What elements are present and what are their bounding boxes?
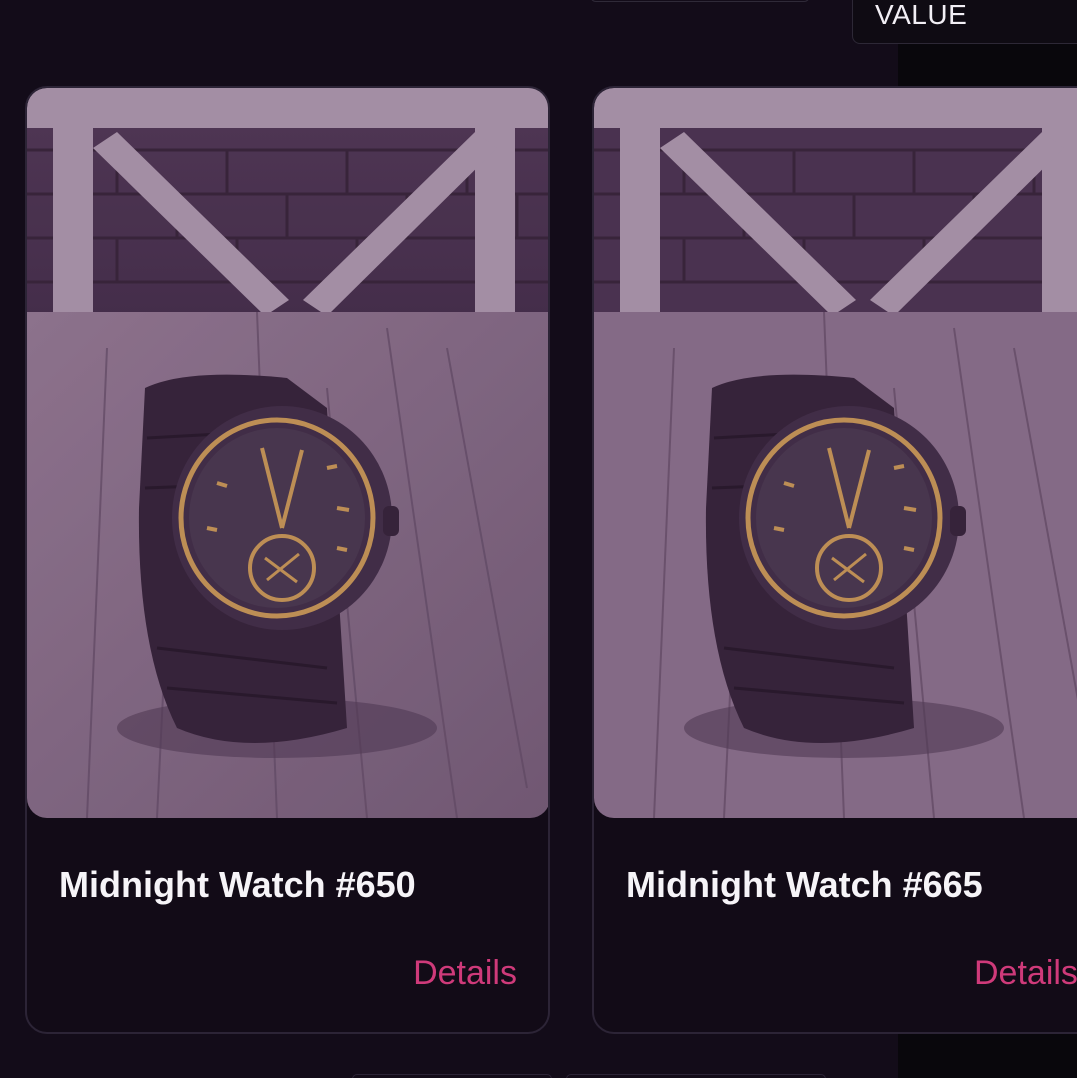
watch-image bbox=[27, 88, 548, 818]
card-title: Midnight Watch #650 bbox=[59, 864, 416, 905]
card-title: Midnight Watch #665 bbox=[626, 864, 983, 905]
watch-image bbox=[594, 88, 1077, 818]
next-card-edge bbox=[352, 1074, 552, 1078]
sort-select[interactable]: VALUE bbox=[852, 0, 1077, 44]
next-card-edge bbox=[566, 1074, 826, 1078]
sort-select-value: VALUE bbox=[875, 0, 968, 30]
details-link[interactable]: Details bbox=[413, 954, 517, 993]
nft-card[interactable]: Midnight Watch #650 Details bbox=[25, 86, 550, 1034]
details-link[interactable]: Details bbox=[974, 954, 1077, 993]
nft-card[interactable]: Midnight Watch #665 Details bbox=[592, 86, 1077, 1034]
filter-input[interactable] bbox=[590, 0, 810, 2]
